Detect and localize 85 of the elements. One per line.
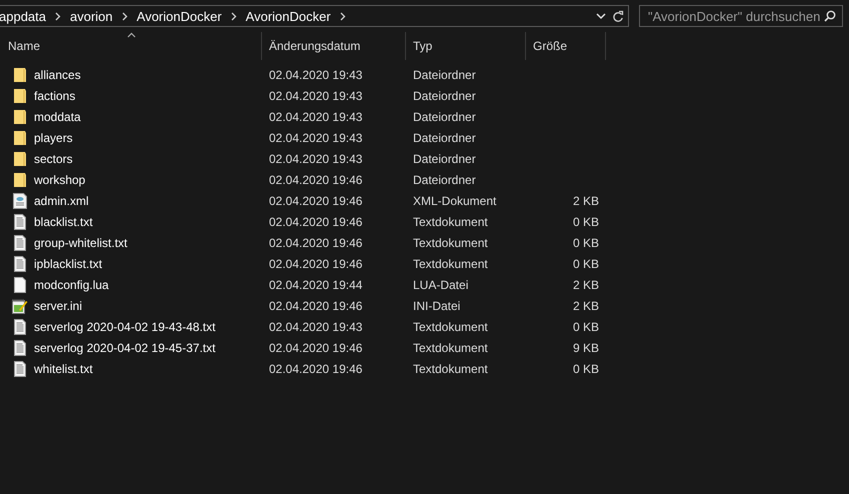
folder-icon [14, 110, 26, 124]
modified-date: 02.04.2020 19:46 [269, 256, 362, 270]
file-type: Dateiordner [413, 88, 476, 102]
file-size: 2 KB [572, 194, 599, 208]
chevron-right-icon [340, 12, 346, 20]
modified-date: 02.04.2020 19:43 [269, 152, 362, 166]
file-size: 0 KB [572, 236, 599, 250]
file-size: 0 KB [572, 214, 599, 228]
file-name[interactable]: workshop [34, 172, 86, 186]
search-icon[interactable] [824, 10, 836, 22]
sort-ascending-icon [127, 32, 136, 38]
file-size: 0 KB [572, 362, 599, 376]
refresh-icon[interactable] [612, 10, 624, 22]
column-header[interactable]: Änderungsdatum [262, 32, 406, 60]
text-file-icon [14, 256, 26, 272]
chevron-right-icon [55, 12, 61, 20]
file-size: 2 KB [572, 298, 599, 312]
file-name[interactable]: players [34, 130, 73, 144]
chevron-right-icon [230, 12, 237, 20]
file-size: 0 KB [572, 256, 599, 270]
modified-date: 02.04.2020 19:46 [269, 172, 362, 186]
file-name[interactable]: admin.xml [34, 194, 89, 208]
modified-date: 02.04.2020 19:43 [269, 130, 362, 144]
text-file-icon [14, 360, 26, 376]
blank-file-icon [14, 276, 26, 292]
file-type: Textdokument [413, 256, 488, 270]
notepad-icon [12, 298, 28, 314]
file-type: Dateiordner [413, 68, 476, 82]
file-name[interactable]: factions [34, 88, 76, 102]
breadcrumb[interactable]: AvorionDocker [246, 8, 331, 24]
file-size: 0 KB [572, 320, 599, 334]
file-name[interactable]: modconfig.lua [34, 278, 109, 292]
file-type: Textdokument [413, 362, 488, 376]
file-name[interactable]: serverlog 2020-04-02 19-43-48.txt [34, 320, 216, 334]
text-file-icon [14, 214, 26, 230]
file-name[interactable]: whitelist.txt [34, 362, 93, 376]
file-name[interactable]: group-whitelist.txt [34, 236, 128, 250]
column-header[interactable]: Größe [526, 32, 606, 60]
file-type: Dateiordner [413, 172, 476, 186]
xml-file-icon [13, 192, 27, 208]
file-name[interactable]: serverlog 2020-04-02 19-45-37.txt [34, 340, 216, 354]
file-type: INI-Datei [413, 298, 460, 312]
file-size: 2 KB [572, 278, 599, 292]
file-name[interactable]: server.ini [34, 298, 82, 312]
search-field[interactable]: "AvorionDocker" durchsuchen [639, 5, 843, 27]
file-name[interactable]: alliances [34, 68, 81, 82]
file-type: Dateiordner [413, 152, 476, 166]
folder-icon [14, 172, 26, 186]
file-name[interactable]: moddata [34, 110, 81, 124]
modified-date: 02.04.2020 19:43 [269, 110, 362, 124]
file-type: LUA-Datei [413, 278, 468, 292]
file-type: Textdokument [413, 236, 488, 250]
modified-date: 02.04.2020 19:46 [269, 298, 362, 312]
column-header[interactable]: Typ [406, 32, 526, 60]
folder-icon [14, 152, 26, 166]
file-name[interactable]: ipblacklist.txt [34, 256, 102, 270]
folder-icon [14, 68, 26, 82]
folder-icon [14, 88, 26, 102]
breadcrumb[interactable]: AvorionDocker [136, 8, 222, 24]
modified-date: 02.04.2020 19:43 [269, 68, 362, 82]
modified-date: 02.04.2020 19:46 [269, 194, 362, 208]
modified-date: 02.04.2020 19:46 [269, 214, 362, 228]
modified-date: 02.04.2020 19:46 [269, 340, 362, 354]
modified-date: 02.04.2020 19:44 [269, 278, 362, 292]
text-file-icon [14, 234, 26, 250]
file-size: 9 KB [572, 340, 599, 354]
modified-date: 02.04.2020 19:43 [269, 320, 362, 334]
text-file-icon [14, 318, 26, 334]
file-name[interactable]: blacklist.txt [34, 214, 93, 228]
file-type: XML-Dokument [413, 194, 496, 208]
chevron-right-icon [122, 12, 128, 20]
file-type: Dateiordner [413, 130, 476, 144]
dropdown-icon[interactable] [596, 12, 606, 20]
modified-date: 02.04.2020 19:43 [269, 88, 362, 102]
file-type: Textdokument [413, 320, 488, 334]
modified-date: 02.04.2020 19:46 [269, 236, 362, 250]
file-type: Textdokument [413, 214, 488, 228]
file-type: Dateiordner [413, 110, 476, 124]
breadcrumb[interactable]: avorion [70, 8, 113, 24]
file-type: Textdokument [413, 340, 488, 354]
modified-date: 02.04.2020 19:46 [269, 362, 362, 376]
column-header[interactable]: Name [0, 32, 262, 60]
folder-icon [14, 130, 26, 144]
text-file-icon [14, 340, 26, 356]
file-name[interactable]: sectors [34, 152, 73, 166]
